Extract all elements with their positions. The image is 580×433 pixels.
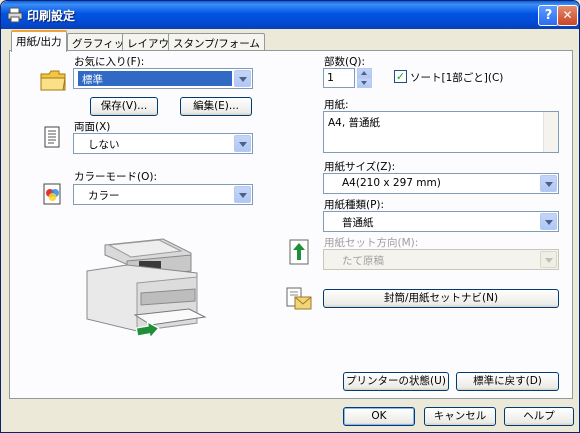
chevron-down-icon[interactable] xyxy=(234,70,251,87)
folder-favorites-icon xyxy=(40,70,66,91)
copies-label: 部数(Q): xyxy=(324,56,365,68)
color-palette-icon xyxy=(43,183,61,205)
print-settings-window: 印刷設定 ? ✕ 用紙/出力 グラフィックス レイアウト スタンプ/フォーム お… xyxy=(0,0,580,433)
paper-type-value: 普通紙 xyxy=(342,217,374,229)
collate-label: ソート[1部ごと](C) xyxy=(410,72,504,84)
edit-button[interactable]: 編集(E)... xyxy=(180,97,252,116)
envelope-navi-button[interactable]: 封筒/用紙セットナビ(N) xyxy=(323,289,559,308)
chevron-down-icon[interactable] xyxy=(234,135,251,152)
paper-size-label: 用紙サイズ(Z): xyxy=(324,161,396,173)
arrow-up-icon xyxy=(289,239,309,265)
chevron-down-icon[interactable] xyxy=(540,213,557,230)
tab-paper-output[interactable]: 用紙/出力 xyxy=(11,30,67,52)
spin-down-icon[interactable] xyxy=(357,78,372,88)
scrollbar[interactable] xyxy=(543,112,558,152)
paper-label: 用紙: xyxy=(324,99,349,111)
duplex-label: 両面(X) xyxy=(74,121,111,133)
color-mode-value: カラー xyxy=(88,190,120,202)
paper-summary-box: A4, 普通紙 xyxy=(323,111,559,153)
printer-status-button[interactable]: プリンターの状態(U) xyxy=(343,372,449,391)
color-mode-label: カラーモード(O): xyxy=(74,171,157,183)
spin-up-icon[interactable] xyxy=(357,68,372,78)
collate-checkbox[interactable]: ✓ xyxy=(394,70,407,83)
tab-stamp-form[interactable]: スタンプ/フォーム xyxy=(168,33,265,51)
feed-direction-label: 用紙セット方向(M): xyxy=(324,237,419,249)
title-bar: 印刷設定 ? ✕ xyxy=(1,1,579,29)
envelope-paper-icon xyxy=(286,287,312,310)
feed-direction-select[interactable]: たて原稿 xyxy=(323,249,559,270)
help-button[interactable]: ヘルプ xyxy=(504,407,574,426)
chevron-down-icon[interactable] xyxy=(540,175,557,192)
color-mode-select[interactable]: カラー xyxy=(73,184,253,205)
paper-type-label: 用紙種類(P): xyxy=(324,199,385,211)
copies-input[interactable]: 1 xyxy=(323,68,355,88)
ok-button[interactable]: OK xyxy=(343,407,415,426)
favorites-select[interactable]: 標準 xyxy=(73,68,253,89)
chevron-down-icon[interactable] xyxy=(540,251,557,268)
help-title-button[interactable]: ? xyxy=(538,5,559,26)
duplex-select[interactable]: しない xyxy=(73,133,253,154)
favorites-value: 標準 xyxy=(78,71,232,86)
paper-summary-value: A4, 普通紙 xyxy=(328,117,381,129)
duplex-value: しない xyxy=(88,139,120,151)
feed-direction-value: たて原稿 xyxy=(342,255,384,267)
cancel-button[interactable]: キャンセル xyxy=(424,407,496,426)
paper-size-select[interactable]: A4(210 x 297 mm) xyxy=(323,173,559,194)
restore-defaults-button[interactable]: 標準に戻す(D) xyxy=(456,372,559,391)
paper-size-value: A4(210 x 297 mm) xyxy=(342,177,441,189)
close-button[interactable]: ✕ xyxy=(557,5,578,26)
window-title: 印刷設定 xyxy=(27,9,76,23)
copies-spinner[interactable] xyxy=(357,68,372,88)
save-button[interactable]: 保存(V)... xyxy=(90,97,158,116)
favorites-label: お気に入り(F): xyxy=(74,56,145,68)
chevron-down-icon[interactable] xyxy=(234,186,251,203)
printer-illustration xyxy=(86,238,207,340)
printer-icon xyxy=(7,7,23,23)
duplex-document-icon xyxy=(44,126,60,148)
paper-type-select[interactable]: 普通紙 xyxy=(323,211,559,232)
